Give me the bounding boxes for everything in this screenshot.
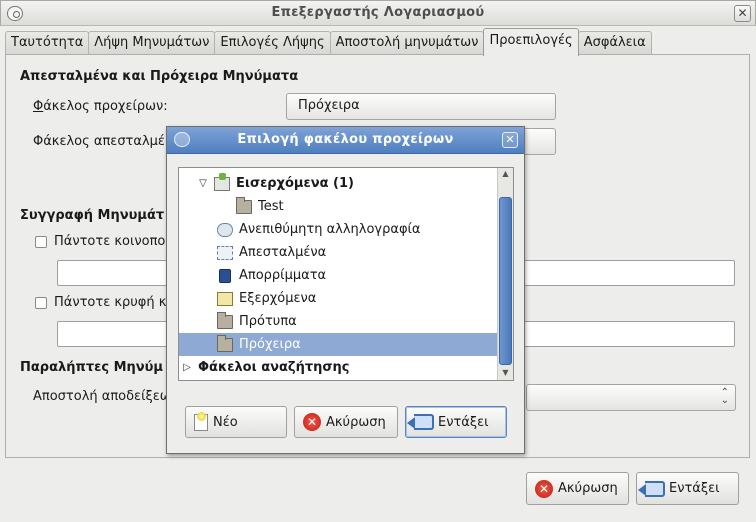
dialog-close-button[interactable]: ✕ bbox=[502, 132, 518, 148]
drafts-folder-button[interactable]: Πρόχειρα bbox=[286, 93, 556, 120]
always-cc-label: Πάντοτε κοινοπο bbox=[54, 234, 166, 249]
tree-row-label: Απεσταλμένα bbox=[239, 245, 327, 260]
cancel-icon: ✕ bbox=[303, 413, 321, 431]
ok-button[interactable]: Εντάξει bbox=[636, 472, 739, 505]
combo-updown-icon: ⌃ ⌄ bbox=[720, 387, 729, 406]
dialog-title: Επιλογή φακέλου προχείρων bbox=[237, 132, 454, 147]
send-receipts-label: Αποστολή αποδείξεω bbox=[33, 389, 171, 404]
tab-defaults[interactable]: Προεπιλογές bbox=[483, 28, 579, 56]
tree-scrollbar[interactable]: ▲ ▼ bbox=[497, 168, 513, 380]
expand-arrow-icon[interactable]: ▷ bbox=[181, 362, 193, 373]
ok-icon bbox=[407, 414, 434, 430]
scroll-down-icon[interactable]: ▼ bbox=[498, 368, 513, 377]
sent-icon bbox=[217, 245, 233, 260]
tree-row-label: Εισερχόμενα (1) bbox=[236, 176, 354, 191]
tree-row-trash[interactable]: Απορρίμματα bbox=[179, 264, 497, 287]
tab-security[interactable]: Ασφάλεια bbox=[577, 31, 652, 56]
always-bcc-label: Πάντοτε κρυφή κ bbox=[54, 295, 167, 310]
send-receipts-combo[interactable]: ⌃ ⌄ bbox=[526, 384, 736, 411]
sent-drafts-heading: Απεσταλμένα και Πρόχειρα Μηνύματα bbox=[20, 69, 299, 84]
dialog-cancel-button-label: Ακύρωση bbox=[326, 414, 386, 430]
cancel-icon: ✕ bbox=[535, 479, 553, 498]
cancel-button-label: Ακύρωση bbox=[558, 481, 618, 496]
receipts-heading: Παραλήπτες Μηνύμ bbox=[20, 360, 163, 375]
tree-row-templates[interactable]: Πρότυπα bbox=[179, 310, 497, 333]
dialog-cancel-button[interactable]: ✕ Ακύρωση bbox=[294, 406, 398, 438]
folder-chooser-dialog: Επιλογή φακέλου προχείρων ✕ ▽ Εισερχόμεν… bbox=[166, 126, 525, 454]
new-folder-button[interactable]: Νέο bbox=[185, 406, 287, 438]
tab-sending-messages[interactable]: Αποστολή μηνυμάτων bbox=[329, 31, 485, 56]
junk-icon bbox=[217, 222, 233, 237]
dialog-ok-button[interactable]: Εντάξει bbox=[405, 406, 507, 438]
folder-icon bbox=[217, 334, 233, 352]
tab-bar: Ταυτότητα Λήψη Μηνυμάτων Επιλογές Λήψης … bbox=[5, 28, 652, 56]
tree-row-outbox[interactable]: Εξερχόμενα bbox=[179, 287, 497, 310]
tree-row-label: Φάκελοι αναζήτησης bbox=[198, 360, 350, 375]
tree-row-label: Απορρίμματα bbox=[239, 268, 327, 283]
trash-icon bbox=[219, 268, 231, 283]
cancel-button[interactable]: ✕ Ακύρωση bbox=[526, 472, 629, 505]
sent-folder-label: Φάκελος απεσταλμέ bbox=[33, 134, 165, 149]
inbox-icon bbox=[214, 172, 230, 191]
folder-icon bbox=[236, 196, 252, 214]
folder-tree: ▽ Εισερχόμενα (1) Test Ανεπιθύμητη αλληλ… bbox=[178, 167, 514, 381]
dialog-titlebar: Επιλογή φακέλου προχείρων ✕ bbox=[167, 127, 524, 154]
tab-receiving-messages[interactable]: Λήψη Μηνυμάτων bbox=[88, 31, 216, 56]
scrollbar-thumb[interactable] bbox=[499, 197, 512, 365]
tab-identity[interactable]: Ταυτότητα bbox=[5, 31, 90, 56]
tree-row-label: Εξερχόμενα bbox=[239, 291, 317, 306]
tree-row-junk[interactable]: Ανεπιθύμητη αλληλογραφία bbox=[179, 218, 497, 241]
window-close-button[interactable]: ✕ bbox=[734, 5, 751, 22]
outbox-icon bbox=[217, 291, 233, 306]
ok-button-label: Εντάξει bbox=[669, 481, 720, 496]
always-bcc-checkbox[interactable] bbox=[35, 297, 47, 309]
tab-receiving-options[interactable]: Επιλογές Λήψης bbox=[214, 31, 331, 56]
tree-row-label: Πρότυπα bbox=[239, 314, 297, 329]
window-title: Επεξεργαστής Λογαριασμού bbox=[271, 5, 485, 20]
tree-row-drafts[interactable]: Πρόχειρα bbox=[179, 333, 497, 356]
always-cc-checkbox[interactable] bbox=[35, 236, 47, 248]
dialog-ok-button-label: Εντάξει bbox=[438, 414, 489, 430]
new-folder-button-label: Νέο bbox=[213, 414, 238, 430]
window-titlebar: Επεξεργαστής Λογαριασμού ✕ bbox=[0, 0, 756, 26]
tree-row-search-folders[interactable]: ▷ Φάκελοι αναζήτησης bbox=[179, 356, 497, 379]
tree-row-test[interactable]: Test bbox=[179, 195, 497, 218]
tree-row-label: Test bbox=[258, 199, 284, 214]
collapse-arrow-icon[interactable]: ▽ bbox=[197, 178, 209, 189]
tree-row-sent[interactable]: Απεσταλμένα bbox=[179, 241, 497, 264]
folder-icon bbox=[217, 311, 233, 329]
ok-icon bbox=[638, 480, 665, 497]
composing-heading: Συγγραφή Μηνυμάτ bbox=[20, 208, 165, 223]
tree-row-label: Πρόχειρα bbox=[239, 337, 301, 352]
tree-row-label: Ανεπιθύμητη αλληλογραφία bbox=[239, 222, 421, 237]
tree-row-inbox[interactable]: ▽ Εισερχόμενα (1) bbox=[179, 172, 497, 195]
drafts-folder-label: Φάκελος προχείρων: bbox=[33, 99, 168, 114]
scroll-up-icon[interactable]: ▲ bbox=[498, 169, 513, 178]
new-folder-icon bbox=[194, 411, 208, 431]
